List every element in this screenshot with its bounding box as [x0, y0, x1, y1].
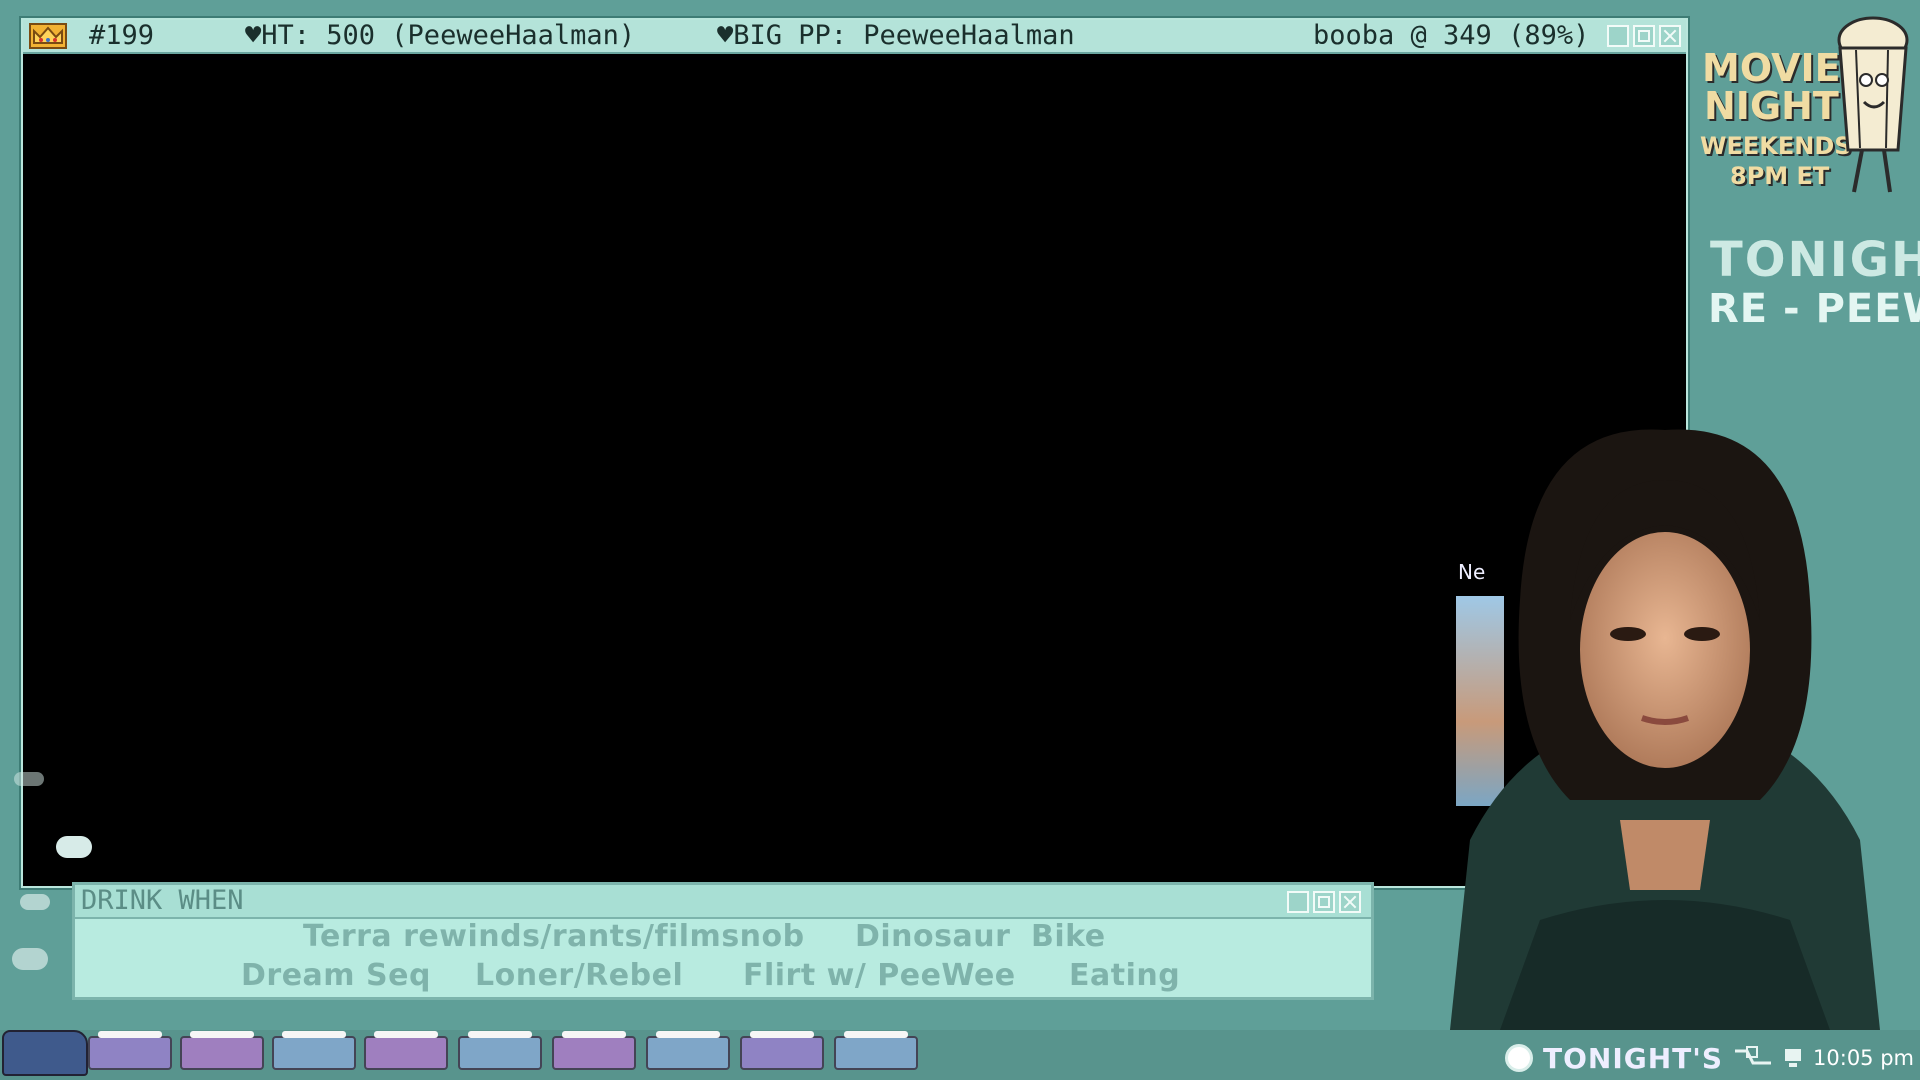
- logo-line-time: 8PM ET: [1730, 162, 1830, 190]
- drink-rule: Dinosaur: [855, 919, 1011, 954]
- video-window-titlebar[interactable]: #199 ♥HT: 500 (PeeweeHaalman) ♥BIG PP: P…: [23, 20, 1686, 54]
- drink-rule: Bike: [1031, 919, 1106, 954]
- train-car-icon: [458, 1031, 542, 1070]
- big-pp-label: ♥BIG PP: PeeweeHaalman: [717, 20, 1075, 51]
- train-car-icon: [552, 1031, 636, 1070]
- train-car-icon: [272, 1031, 356, 1070]
- drink-window-controls: [1287, 891, 1361, 913]
- drink-when-window: DRINK WHEN Terra rewinds/rants/filmsnob …: [72, 882, 1374, 1000]
- train-car-icon: [646, 1031, 730, 1070]
- drink-when-titlebar[interactable]: DRINK WHEN: [75, 885, 1371, 919]
- drink-rule: Eating: [1069, 958, 1181, 993]
- drink-rule: Dream Seq: [241, 958, 431, 993]
- popcorn-mascot-icon: [1837, 16, 1909, 193]
- network-icon[interactable]: [1733, 1045, 1773, 1071]
- system-tray: TONIGHT'S 10:05 pm: [1505, 1040, 1914, 1076]
- drink-when-title: DRINK WHEN: [81, 885, 244, 916]
- cloud-decoration: [12, 948, 48, 970]
- drink-minimize-button[interactable]: [1287, 891, 1309, 913]
- train-car-icon: [834, 1031, 918, 1070]
- maximize-button[interactable]: [1633, 25, 1655, 47]
- webcam-feed: [1450, 429, 1880, 1030]
- goal-progress: booba @ 349 (89%): [1313, 20, 1590, 51]
- drink-maximize-button[interactable]: [1313, 891, 1335, 913]
- drink-rule: Loner/Rebel: [475, 958, 684, 993]
- movie-night-logo: MOVIE NIGHT WEEKENDS 8PM ET: [1700, 10, 1914, 200]
- tonight-heading: TONIGHT:: [1710, 232, 1920, 288]
- computer-icon[interactable]: [1783, 1047, 1803, 1069]
- train-car-icon: [740, 1031, 824, 1070]
- cloud-decoration: [14, 772, 44, 786]
- drink-rule: Terra rewinds/rants/filmsnob: [303, 919, 805, 954]
- drink-rule: Flirt w/ PeeWee: [743, 958, 1016, 993]
- cloud-decoration: [56, 836, 92, 858]
- train-car-icon: [180, 1031, 264, 1070]
- cloud-decoration: [20, 894, 50, 910]
- train-car-icon: [88, 1031, 172, 1070]
- tonight-feature: RE - PEEWEE: [1708, 286, 1920, 332]
- high-tip-label: ♥HT: 500 (PeeweeHaalman): [245, 20, 636, 51]
- tonight-ticker: TONIGHT'S: [1543, 1041, 1724, 1075]
- drink-close-button[interactable]: [1339, 891, 1361, 913]
- record-indicator-icon[interactable]: [1505, 1044, 1533, 1072]
- window-controls: [1607, 25, 1681, 47]
- logo-line-night: NIGHT: [1704, 84, 1839, 128]
- clock[interactable]: 10:05 pm: [1813, 1046, 1914, 1070]
- train-engine-icon: [2, 1030, 88, 1076]
- crown-icon: [29, 23, 67, 49]
- close-button[interactable]: [1659, 25, 1681, 47]
- train-car-icon: [364, 1031, 448, 1070]
- minimize-button[interactable]: [1607, 25, 1629, 47]
- episode-number: #199: [89, 20, 155, 51]
- logo-line-weekends: WEEKENDS: [1700, 132, 1852, 160]
